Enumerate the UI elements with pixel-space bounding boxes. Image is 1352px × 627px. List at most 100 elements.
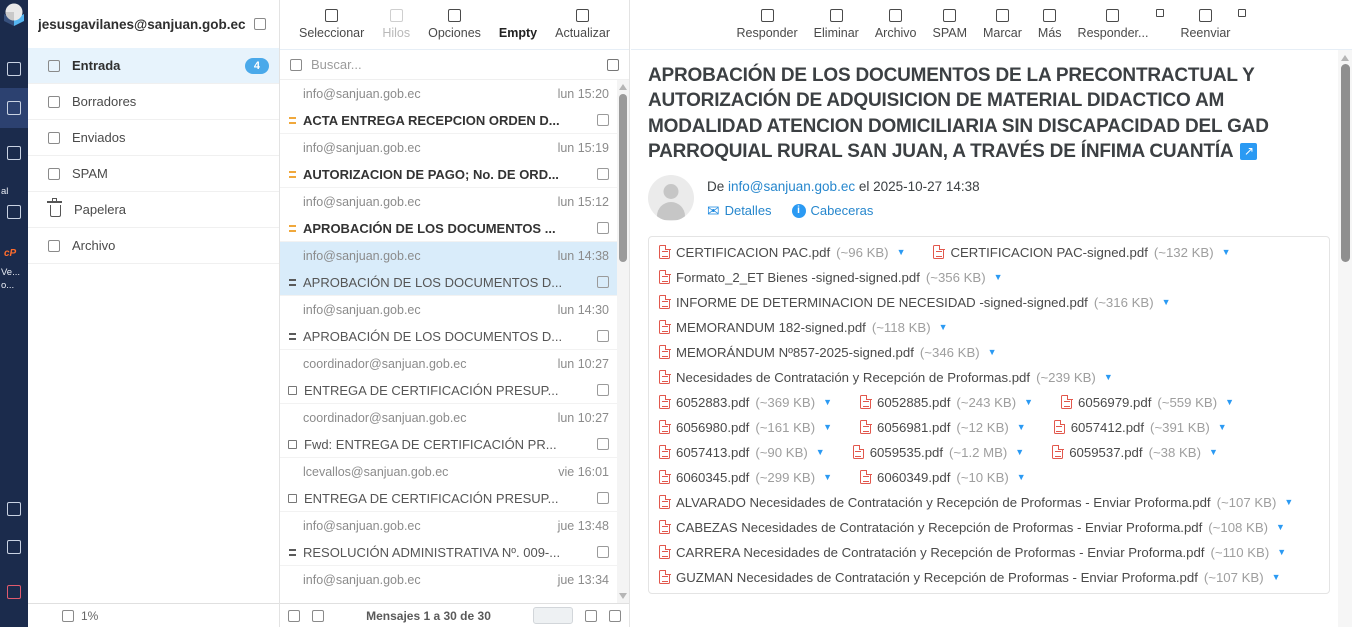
options-button[interactable]: Opciones: [428, 9, 481, 40]
list-item[interactable]: info@sanjuan.gob.ecjue 13:48 RESOLUCIÓN …: [280, 512, 617, 566]
spam-button[interactable]: SPAM: [933, 9, 968, 40]
message-checkbox[interactable]: [597, 114, 609, 126]
list-item[interactable]: info@sanjuan.gob.eclun 15:12 APROBACIÓN …: [280, 188, 617, 242]
delete-button[interactable]: Eliminar: [814, 9, 859, 40]
attachment-menu-icon[interactable]: ▼: [823, 472, 832, 482]
reply-all-button[interactable]: Responder...: [1078, 9, 1149, 40]
attachment-menu-icon[interactable]: ▼: [1222, 247, 1231, 257]
attachment-chip[interactable]: 6056980.pdf(~161 KB)▼: [659, 420, 832, 435]
sidebar-item-borradores[interactable]: Borradores: [28, 84, 279, 120]
details-link[interactable]: ✉ Detalles: [707, 202, 772, 220]
message-checkbox[interactable]: [597, 276, 609, 288]
list-item[interactable]: info@sanjuan.gob.ecjue 13:34: [280, 566, 617, 603]
attachment-chip[interactable]: MEMORÁNDUM Nº857-2025-signed.pdf(~346 KB…: [659, 345, 997, 360]
attachment-menu-icon[interactable]: ▼: [816, 447, 825, 457]
attachment-chip[interactable]: Necesidades de Contratación y Recepción …: [659, 370, 1113, 385]
roundcube-logo-icon[interactable]: [2, 2, 26, 26]
sender-email-link[interactable]: info@sanjuan.gob.ec: [728, 179, 855, 194]
scroll-down-icon[interactable]: [619, 593, 627, 599]
attachment-menu-icon[interactable]: ▼: [1272, 572, 1281, 582]
forward-button[interactable]: Reenviar: [1180, 9, 1230, 40]
message-checkbox[interactable]: [597, 222, 609, 234]
attachment-menu-icon[interactable]: ▼: [988, 347, 997, 357]
attachment-chip[interactable]: MEMORANDUM 182-signed.pdf(~118 KB)▼: [659, 320, 948, 335]
rail-icon-1[interactable]: [7, 62, 21, 76]
list-item[interactable]: info@sanjuan.gob.eclun 15:20 ACTA ENTREG…: [280, 80, 617, 134]
list-item[interactable]: info@sanjuan.gob.eclun 14:30 APROBACIÓN …: [280, 296, 617, 350]
headers-link[interactable]: i Cabeceras: [792, 203, 874, 218]
sidebar-item-entrada[interactable]: Entrada 4: [28, 48, 279, 84]
attachment-chip[interactable]: 6057413.pdf(~90 KB)▼: [659, 445, 825, 460]
rail-icon-red[interactable]: [7, 585, 21, 599]
footer-prev-icon[interactable]: [312, 610, 324, 622]
attachment-chip[interactable]: 6056979.pdf(~559 KB)▼: [1061, 395, 1234, 410]
attachment-menu-icon[interactable]: ▼: [1017, 422, 1026, 432]
message-checkbox[interactable]: [597, 168, 609, 180]
attachment-menu-icon[interactable]: ▼: [897, 247, 906, 257]
attachment-chip[interactable]: 6052885.pdf(~243 KB)▼: [860, 395, 1033, 410]
list-item[interactable]: info@sanjuan.gob.eclun 15:19 AUTORIZACIO…: [280, 134, 617, 188]
cpanel-logo-icon[interactable]: cP: [4, 248, 16, 259]
sidebar-item-spam[interactable]: SPAM: [28, 156, 279, 192]
more-button[interactable]: Más: [1038, 9, 1062, 40]
attachment-chip[interactable]: 6060345.pdf(~299 KB)▼: [659, 470, 832, 485]
open-in-new-window-icon[interactable]: ↗: [1240, 143, 1257, 160]
account-header[interactable]: jesusgavilanes@sanjuan.gob.ec: [28, 0, 279, 48]
rail-item-active[interactable]: [0, 88, 28, 128]
sidebar-item-enviados[interactable]: Enviados: [28, 120, 279, 156]
attachment-menu-icon[interactable]: ▼: [1209, 447, 1218, 457]
attachment-menu-icon[interactable]: ▼: [1017, 472, 1026, 482]
footer-last-icon[interactable]: [609, 610, 621, 622]
attachment-menu-icon[interactable]: ▼: [1218, 422, 1227, 432]
attachment-chip[interactable]: CERTIFICACION PAC.pdf(~96 KB)▼: [659, 245, 905, 260]
refresh-button[interactable]: Actualizar: [555, 9, 610, 40]
rail-icon-2[interactable]: [7, 146, 21, 160]
footer-next-icon[interactable]: [585, 610, 597, 622]
search-input[interactable]: Buscar...: [311, 57, 362, 72]
reading-scrollbar[interactable]: [1338, 50, 1352, 627]
sidebar-item-archivo[interactable]: Archivo: [28, 228, 279, 264]
select-button[interactable]: Seleccionar: [299, 9, 364, 40]
attachment-chip[interactable]: 6060349.pdf(~10 KB)▼: [860, 470, 1026, 485]
attachment-chip[interactable]: 6057412.pdf(~391 KB)▼: [1054, 420, 1227, 435]
attachment-menu-icon[interactable]: ▼: [1277, 547, 1286, 557]
rail-icon-4[interactable]: [7, 502, 21, 516]
threads-button[interactable]: Hilos: [382, 9, 410, 40]
search-options-icon[interactable]: [607, 59, 619, 71]
mark-button[interactable]: Marcar: [983, 9, 1022, 40]
attachment-menu-icon[interactable]: ▼: [1225, 397, 1234, 407]
scrollbar-thumb[interactable]: [1341, 64, 1350, 262]
attachment-chip[interactable]: GUZMAN Necesidades de Contratación y Rec…: [659, 570, 1281, 585]
attachment-menu-icon[interactable]: ▼: [1284, 497, 1293, 507]
attachment-menu-icon[interactable]: ▼: [1104, 372, 1113, 382]
attachment-menu-icon[interactable]: ▼: [823, 422, 832, 432]
message-checkbox[interactable]: [597, 384, 609, 396]
attachment-chip[interactable]: INFORME DE DETERMINACION DE NECESIDAD -s…: [659, 295, 1171, 310]
archive-button[interactable]: Archivo: [875, 9, 917, 40]
attachment-chip[interactable]: 6059537.pdf(~38 KB)▼: [1052, 445, 1218, 460]
attachment-chip[interactable]: CARRERA Necesidades de Contratación y Re…: [659, 545, 1286, 560]
attachment-chip[interactable]: 6052883.pdf(~369 KB)▼: [659, 395, 832, 410]
attachment-chip[interactable]: ALVARADO Necesidades de Contratación y R…: [659, 495, 1293, 510]
list-item[interactable]: coordinador@sanjuan.gob.eclun 10:27 ENTR…: [280, 350, 617, 404]
footer-select-icon[interactable]: [288, 610, 300, 622]
attachment-menu-icon[interactable]: ▼: [994, 272, 1003, 282]
search-bar[interactable]: Buscar...: [280, 50, 629, 80]
attachment-chip[interactable]: 6056981.pdf(~12 KB)▼: [860, 420, 1026, 435]
message-checkbox[interactable]: [597, 330, 609, 342]
empty-button[interactable]: Empty: [499, 9, 537, 40]
rail-icon-5[interactable]: [7, 540, 21, 554]
reply-all-dropdown-icon[interactable]: [1156, 9, 1164, 17]
attachment-menu-icon[interactable]: ▼: [939, 322, 948, 332]
attachment-menu-icon[interactable]: ▼: [1162, 297, 1171, 307]
list-item-selected[interactable]: info@sanjuan.gob.eclun 14:38 APROBACIÓN …: [280, 242, 617, 296]
scroll-up-icon[interactable]: [1341, 55, 1349, 61]
list-scrollbar[interactable]: [617, 80, 629, 603]
scroll-up-icon[interactable]: [619, 84, 627, 90]
account-menu-icon[interactable]: [254, 18, 266, 30]
attachment-menu-icon[interactable]: ▼: [1276, 522, 1285, 532]
list-item[interactable]: lcevallos@sanjuan.gob.ecvie 16:01 ENTREG…: [280, 458, 617, 512]
message-checkbox[interactable]: [597, 546, 609, 558]
attachment-menu-icon[interactable]: ▼: [823, 397, 832, 407]
list-item[interactable]: coordinador@sanjuan.gob.eclun 10:27 Fwd:…: [280, 404, 617, 458]
